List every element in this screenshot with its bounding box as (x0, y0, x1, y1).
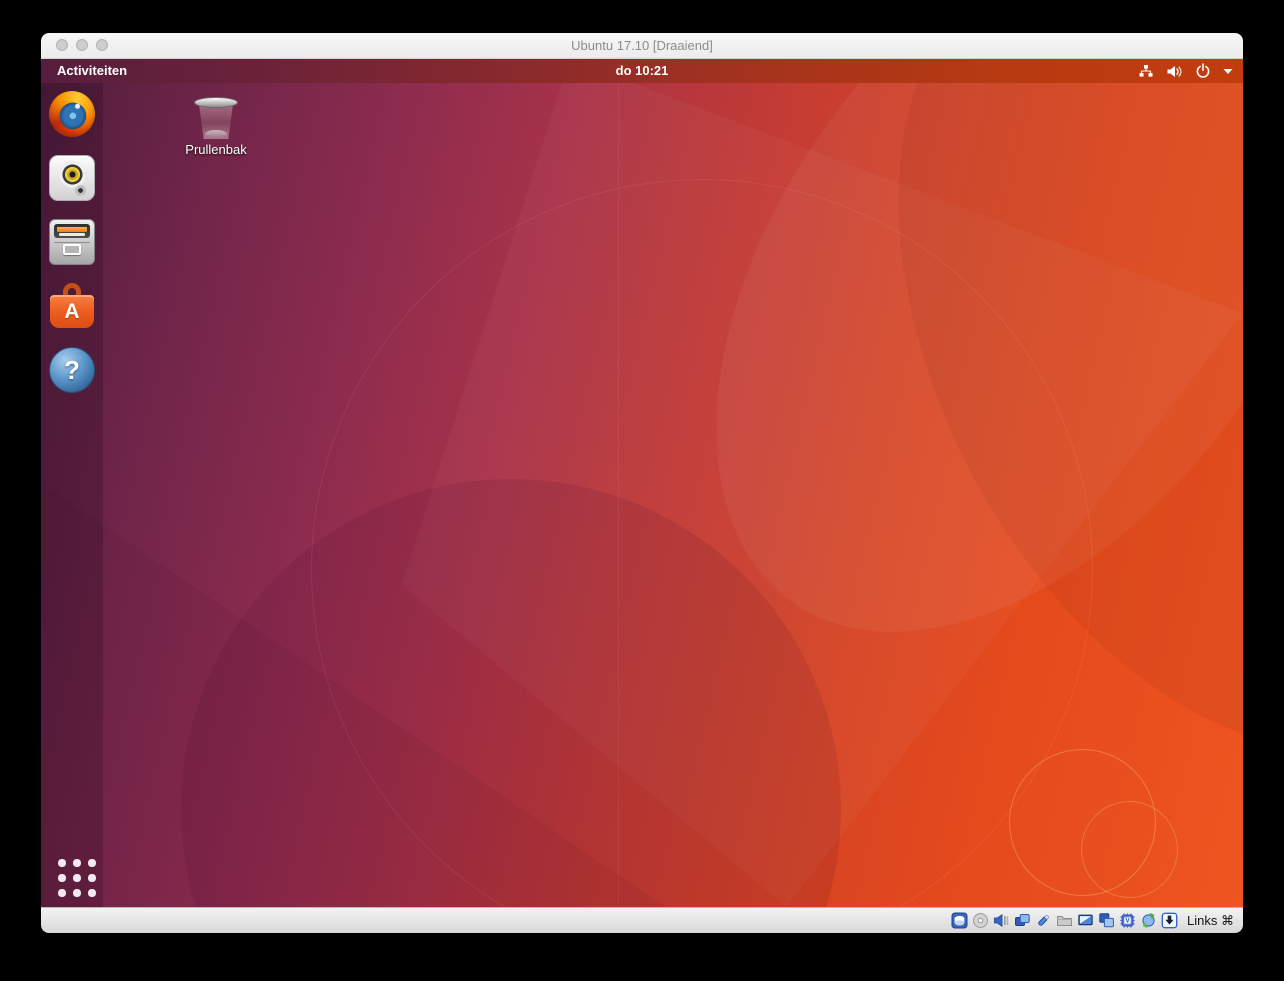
volume-icon (1166, 64, 1183, 79)
ubuntu-software-icon: A (49, 283, 95, 329)
trash-icon (175, 97, 257, 139)
rhythmbox-icon (49, 155, 95, 201)
dock-item-firefox[interactable] (41, 91, 103, 155)
desktop-icon-trash[interactable]: Prullenbak (175, 97, 257, 157)
ubuntu-dock: A ? (41, 83, 103, 907)
desktop-wallpaper (41, 59, 1243, 907)
host-key-label: Links ⌘ (1187, 912, 1234, 928)
audio-icon[interactable] (993, 912, 1010, 929)
help-question-glyph: ? (64, 354, 80, 385)
files-icon (49, 219, 95, 265)
recording-icon[interactable] (1098, 912, 1115, 929)
shared-folders-icon[interactable] (1056, 912, 1073, 929)
gnome-top-bar: Activiteiten do 10:21 (41, 59, 1243, 83)
software-bag-letter: A (64, 299, 80, 323)
network-icon (1138, 64, 1154, 79)
clock-button[interactable]: do 10:21 (582, 59, 702, 83)
dock-item-help[interactable]: ? (41, 347, 103, 411)
hard-disks-icon[interactable] (951, 912, 968, 929)
features-chip-icon[interactable]: V (1119, 912, 1136, 929)
vbox-status-bar: V Links ⌘ (41, 907, 1243, 933)
dock-item-ubuntu-software[interactable]: A (41, 283, 103, 347)
network-adapters-icon[interactable] (1014, 912, 1031, 929)
keyboard-capture-icon[interactable] (1161, 912, 1178, 929)
window-titlebar[interactable]: Ubuntu 17.10 [Draaiend] (41, 33, 1243, 59)
dock-item-files[interactable] (41, 219, 103, 283)
trash-label: Prullenbak (185, 142, 247, 157)
dock-item-rhythmbox[interactable] (41, 155, 103, 219)
usb-icon[interactable] (1035, 912, 1052, 929)
system-status-menu[interactable] (1138, 59, 1233, 83)
mouse-integration-icon[interactable] (1140, 912, 1157, 929)
features-glyph: V (1126, 918, 1130, 924)
show-applications-button[interactable] (58, 859, 98, 897)
help-icon: ? (49, 347, 95, 393)
display-icon[interactable] (1077, 912, 1094, 929)
activities-button[interactable]: Activiteiten (41, 59, 143, 83)
chevron-down-icon (1223, 68, 1233, 75)
firefox-icon (49, 91, 95, 137)
window-title: Ubuntu 17.10 [Draaiend] (571, 38, 713, 53)
power-icon (1195, 63, 1211, 79)
optical-drives-icon[interactable] (972, 912, 989, 929)
vm-window: Ubuntu 17.10 [Draaiend] Activiteiten do … (41, 33, 1243, 933)
screen-background: { "host_window": { "title": "Ubuntu 17.1… (0, 0, 1284, 981)
vm-display: Activiteiten do 10:21 A ? Prullenbak (41, 59, 1243, 907)
